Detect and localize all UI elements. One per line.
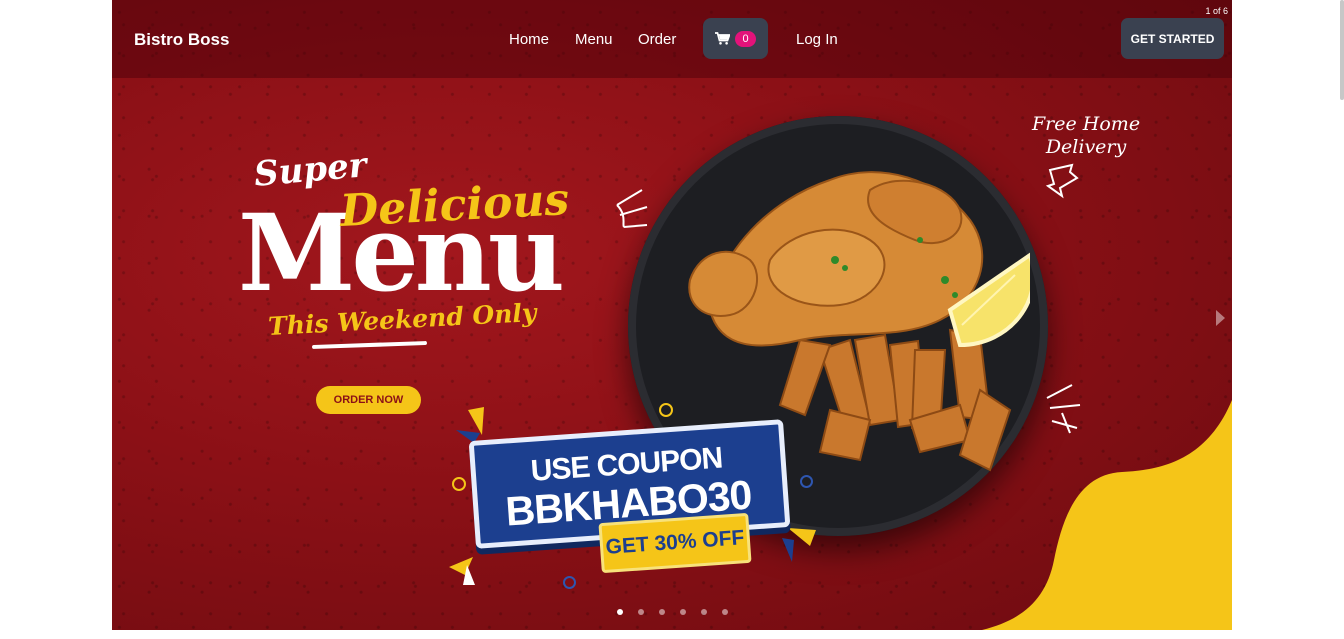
- ring-decoration: [800, 475, 813, 488]
- sparkle-decoration: [1046, 384, 1081, 434]
- slide-counter: 1 of 6: [1205, 6, 1228, 16]
- navbar: Bistro Boss Home Menu Order 0 Log In GET…: [112, 0, 1232, 78]
- cart-count-badge: 0: [735, 30, 756, 47]
- down-arrow-decoration: [1045, 163, 1079, 199]
- page-scrollbar[interactable]: [1340, 0, 1344, 100]
- free-delivery-text: Free Home Delivery: [1032, 113, 1140, 159]
- cart-icon: [715, 32, 731, 45]
- carousel-dot-4[interactable]: [680, 609, 686, 615]
- carousel-dots: [617, 609, 728, 615]
- confetti-decoration: [449, 557, 475, 585]
- delivery-line-1: Free Home: [1032, 113, 1141, 135]
- carousel-dot-5[interactable]: [701, 609, 707, 615]
- nav-login[interactable]: Log In: [796, 31, 838, 48]
- delivery-line-2: Delivery: [1045, 136, 1127, 158]
- nav-menu[interactable]: Menu: [575, 31, 613, 48]
- carousel-dot-3[interactable]: [659, 609, 665, 615]
- ring-decoration: [659, 403, 673, 417]
- coupon-banner: USE COUPON BBKHABO30 GET 30% OFF: [468, 419, 792, 574]
- ring-decoration: [563, 576, 576, 589]
- carousel-dot-6[interactable]: [722, 609, 728, 615]
- coupon-offer: GET 30% OFF: [598, 512, 752, 574]
- hero-carousel: Bistro Boss Home Menu Order 0 Log In GET…: [112, 0, 1232, 630]
- carousel-dot-2[interactable]: [638, 609, 644, 615]
- chevron-right-icon[interactable]: [1216, 310, 1225, 326]
- cart-button[interactable]: 0: [703, 18, 768, 59]
- nav-home[interactable]: Home: [509, 31, 549, 48]
- brand-logo[interactable]: Bistro Boss: [134, 30, 229, 50]
- sparkle-decoration: [616, 189, 648, 228]
- nav-order[interactable]: Order: [638, 31, 676, 48]
- ring-decoration: [452, 477, 466, 491]
- order-now-button[interactable]: ORDER NOW: [316, 386, 421, 414]
- carousel-dot-1[interactable]: [617, 609, 623, 615]
- get-started-button[interactable]: GET STARTED: [1121, 18, 1224, 59]
